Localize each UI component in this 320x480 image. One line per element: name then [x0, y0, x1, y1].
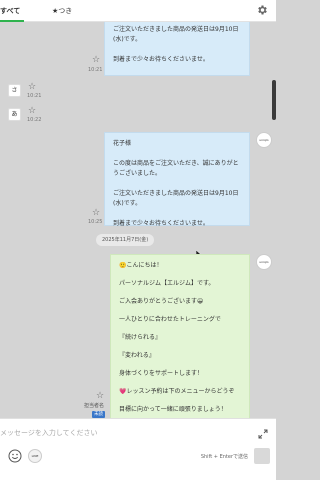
message-time: 10:21	[27, 93, 42, 99]
chat-area[interactable]: ご注文いただきました商品の発送日は9月10日(水)です。 到着まで少々お待ちくだ…	[0, 22, 276, 418]
message-text: この度は商品をご注文いただき、誠にありがとうございました。	[113, 160, 239, 177]
message-text: ご入会ありがとうございます😀	[119, 298, 204, 305]
message-bubble-outgoing: ご注文いただきました商品の発送日は9月10日(水)です。 到着まで少々お待ちくだ…	[104, 22, 250, 76]
avatar[interactable]: uniqlo sample	[256, 254, 272, 270]
message-text: 身体づくりをサポートします！	[119, 370, 204, 377]
tab-starred[interactable]: ★つき	[52, 5, 72, 17]
expand-icon[interactable]	[258, 429, 268, 439]
message-time: 10:22	[27, 117, 42, 123]
staff-label: 担当者名	[84, 403, 105, 409]
scrollbar[interactable]	[272, 80, 276, 120]
message-text: 到着まで少々お待ちくださいませ。	[113, 56, 209, 63]
message-composer: メッセージを入力してください LINE Shift + Enterで送信	[0, 418, 276, 480]
date-separator: 2025年11月7日(金)	[96, 234, 155, 246]
message-text: ご注文いただきました商品の発送日は9月10日(水)です。	[113, 26, 239, 43]
star-icon[interactable]: ☆	[92, 209, 100, 218]
message-text: 💗レッスン予約は下のメニューからどうぞ	[119, 388, 235, 395]
message-text: ご注文いただきました商品の発送日は9月10日(水)です。	[113, 190, 239, 207]
message-bubble-incoming: さ	[8, 84, 21, 97]
message-time: 10:25	[88, 219, 103, 225]
emoji-icon[interactable]	[8, 449, 22, 463]
message-input[interactable]: メッセージを入力してください	[0, 425, 250, 441]
star-icon[interactable]: ☆	[96, 392, 104, 401]
tab-bar: すべて ★つき	[0, 0, 276, 22]
message-bubble-outgoing-bot: 🙂こんにちは！ パーソナルジム【エルジム】です。 ご入会ありがとうございます😀 …	[110, 254, 250, 418]
send-hint: Shift + Enterで送信	[200, 454, 248, 460]
message-bubble-incoming: あ	[8, 108, 21, 121]
message-time: 10:21	[88, 67, 103, 73]
message-text: 花子様	[113, 140, 132, 147]
status-badge: 未読	[92, 411, 105, 418]
gear-icon[interactable]	[256, 4, 268, 16]
avatar[interactable]: uniqlo sample	[256, 132, 272, 148]
message-text: 到着まで少々お待ちくださいませ。	[113, 220, 209, 227]
message-text: パーソナルジム【エルジム】です。	[119, 280, 215, 287]
message-text: 『続けられる』	[119, 334, 162, 341]
send-button[interactable]	[254, 448, 270, 464]
tab-all[interactable]: すべて	[0, 5, 20, 17]
message-text: 目標に向かって一緒に頑張りましょう！	[119, 406, 227, 413]
message-text: 一人ひとりに合わせたトレーニングで	[119, 316, 221, 323]
message-bubble-outgoing: 花子様 この度は商品をご注文いただき、誠にありがとうございました。 ご注文いただ…	[104, 132, 250, 227]
message-text: 『変われる』	[119, 352, 155, 359]
message-text: 🙂こんにちは！	[119, 262, 163, 269]
star-icon[interactable]: ☆	[92, 56, 100, 65]
star-icon[interactable]: ☆	[28, 83, 36, 92]
sticker-icon[interactable]: LINE	[28, 449, 42, 463]
star-icon[interactable]: ☆	[28, 107, 36, 116]
